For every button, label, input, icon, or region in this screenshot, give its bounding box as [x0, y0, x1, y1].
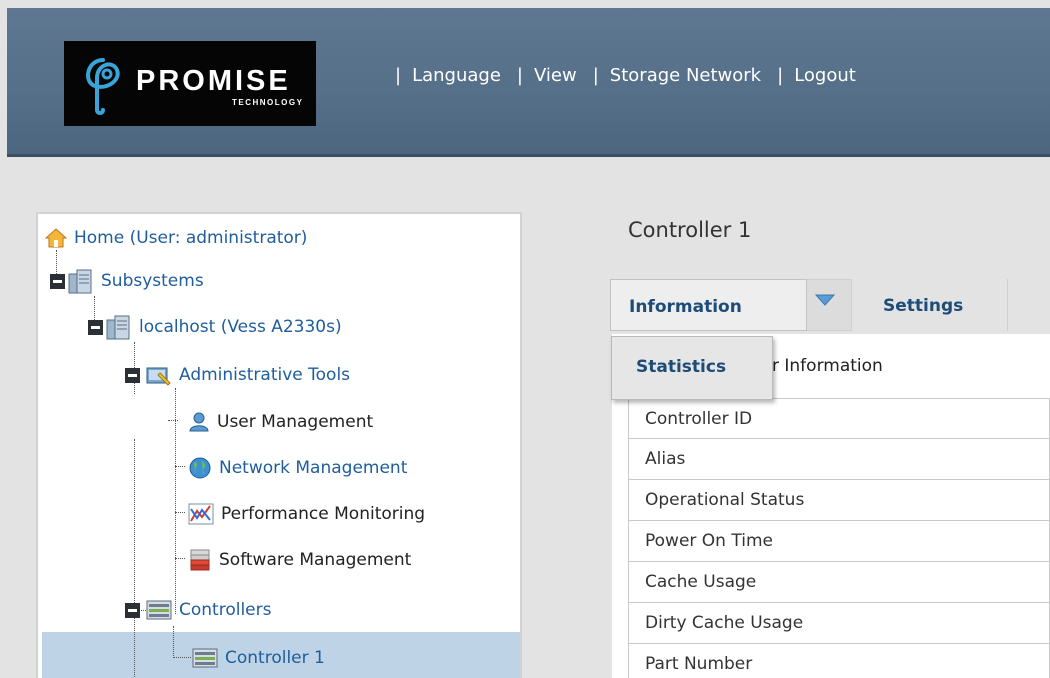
- tree-item-network-management[interactable]: Network Management: [188, 453, 407, 483]
- nav-logout[interactable]: Logout: [794, 65, 856, 86]
- nav-view[interactable]: View: [534, 65, 577, 86]
- tree-connector: [175, 388, 176, 614]
- chart-line-icon: [188, 503, 214, 525]
- nav-separator: |: [777, 64, 784, 86]
- tree-item-subsystems[interactable]: Subsystems: [50, 266, 204, 296]
- nav-separator: |: [516, 64, 523, 86]
- top-navigation: | Language | View | Storage Network | Lo…: [395, 63, 872, 87]
- admin-tools-icon: [146, 367, 171, 386]
- server-rack-icon: [68, 269, 92, 294]
- server-rack-icon: [106, 315, 130, 340]
- controller-icon: [146, 600, 172, 620]
- tree-connector: [168, 420, 178, 421]
- globe-icon: [189, 457, 211, 479]
- tree-item-controller-1[interactable]: Controller 1: [192, 643, 325, 673]
- software-stack-icon: [190, 549, 210, 571]
- tree-connector: [173, 626, 174, 658]
- tree-item-performance-monitoring[interactable]: Performance Monitoring: [188, 499, 425, 529]
- tree-item-user-management[interactable]: User Management: [188, 407, 373, 437]
- tree-label-home: Home (User: administrator): [74, 228, 308, 248]
- section-title: r Information: [772, 356, 883, 376]
- nav-separator: |: [592, 64, 599, 86]
- tree-connector: [175, 466, 185, 467]
- tree-item-administrative-tools[interactable]: Administrative Tools: [125, 360, 350, 390]
- promise-logo[interactable]: PROMISE TECHNOLOGY: [64, 41, 316, 126]
- tree-item-home[interactable]: Home (User: administrator): [45, 223, 307, 253]
- tree-label-performance-monitoring: Performance Monitoring: [221, 504, 426, 524]
- collapse-icon[interactable]: [125, 367, 140, 383]
- property-row: Power On Time: [628, 521, 1050, 562]
- nav-separator: |: [395, 64, 402, 86]
- collapse-icon[interactable]: [88, 319, 103, 335]
- property-row: Part Number: [628, 644, 1050, 678]
- tree-item-localhost[interactable]: localhost (Vess A2330s): [88, 312, 342, 342]
- statistics-label: Statistics: [636, 357, 727, 377]
- top-strip: [0, 0, 1050, 8]
- collapse-icon[interactable]: [125, 602, 140, 618]
- tree-label-controller-1: Controller 1: [225, 648, 325, 668]
- tree-label-user-management: User Management: [217, 412, 374, 432]
- property-row: Operational Status: [628, 480, 1050, 521]
- tree-connector: [134, 439, 135, 678]
- tab-settings[interactable]: Settings: [851, 279, 1007, 331]
- tree-label-network-management: Network Management: [219, 458, 408, 478]
- dropdown-arrow-icon[interactable]: [814, 293, 836, 307]
- property-row: Alias: [628, 439, 1050, 480]
- controller-icon: [192, 648, 218, 668]
- tree-label-software-management: Software Management: [219, 550, 412, 570]
- property-row: Cache Usage: [628, 562, 1050, 603]
- property-row: Dirty Cache Usage: [628, 603, 1050, 644]
- property-row: Controller ID: [628, 398, 1050, 439]
- statistics-menu-item[interactable]: Statistics: [611, 336, 773, 400]
- navigation-tree: Home (User: administrator) Subsystems lo…: [36, 212, 522, 678]
- tab-information-label: Information: [629, 297, 742, 317]
- tree-item-software-management[interactable]: Software Management: [188, 545, 411, 575]
- promise-swirl-icon: [86, 58, 120, 115]
- tree-connector: [175, 558, 185, 559]
- home-icon: [45, 228, 67, 248]
- properties-table: Controller ID Alias Operational Status P…: [628, 398, 1050, 678]
- tab-information[interactable]: Information: [610, 279, 807, 331]
- tree-label-subsystems: Subsystems: [101, 271, 204, 291]
- tree-label-controllers: Controllers: [179, 600, 272, 620]
- logo-brand-text: PROMISE: [136, 65, 291, 97]
- tree-connector: [173, 657, 191, 658]
- app-header: PROMISE TECHNOLOGY | Language | View | S…: [7, 8, 1050, 157]
- logo-tagline-text: TECHNOLOGY: [232, 98, 304, 107]
- tab-settings-label: Settings: [883, 296, 964, 316]
- tree-connector: [175, 512, 185, 513]
- tree-label-administrative-tools: Administrative Tools: [179, 365, 351, 385]
- page-title: Controller 1: [628, 218, 752, 242]
- tree-label-localhost: localhost (Vess A2330s): [139, 317, 342, 337]
- nav-storage-network[interactable]: Storage Network: [610, 65, 761, 86]
- tree-item-controllers[interactable]: Controllers: [125, 595, 271, 625]
- nav-language[interactable]: Language: [412, 65, 501, 86]
- collapse-icon[interactable]: [50, 273, 65, 289]
- user-icon: [189, 412, 209, 432]
